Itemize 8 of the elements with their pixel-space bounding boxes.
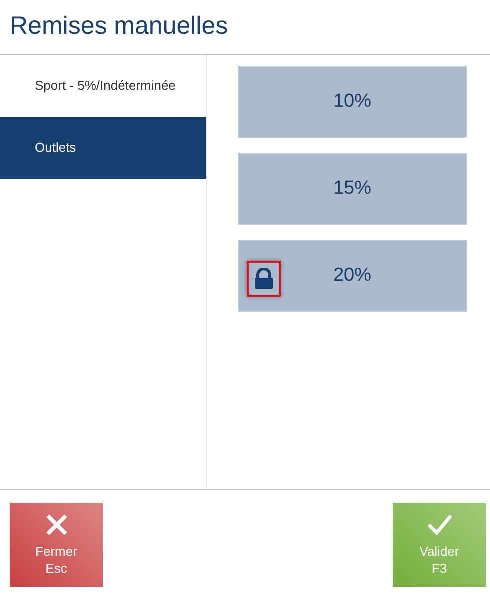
page-title: Remises manuelles: [10, 11, 228, 42]
discount-button[interactable]: 15%: [238, 153, 467, 225]
close-icon: [44, 513, 68, 537]
checkmark-icon: [426, 513, 452, 537]
discount-button[interactable]: 20%: [238, 240, 467, 312]
discount-button[interactable]: 10%: [238, 66, 467, 138]
category-item[interactable]: Outlets: [0, 117, 206, 179]
close-button[interactable]: Fermer Esc: [10, 503, 103, 587]
